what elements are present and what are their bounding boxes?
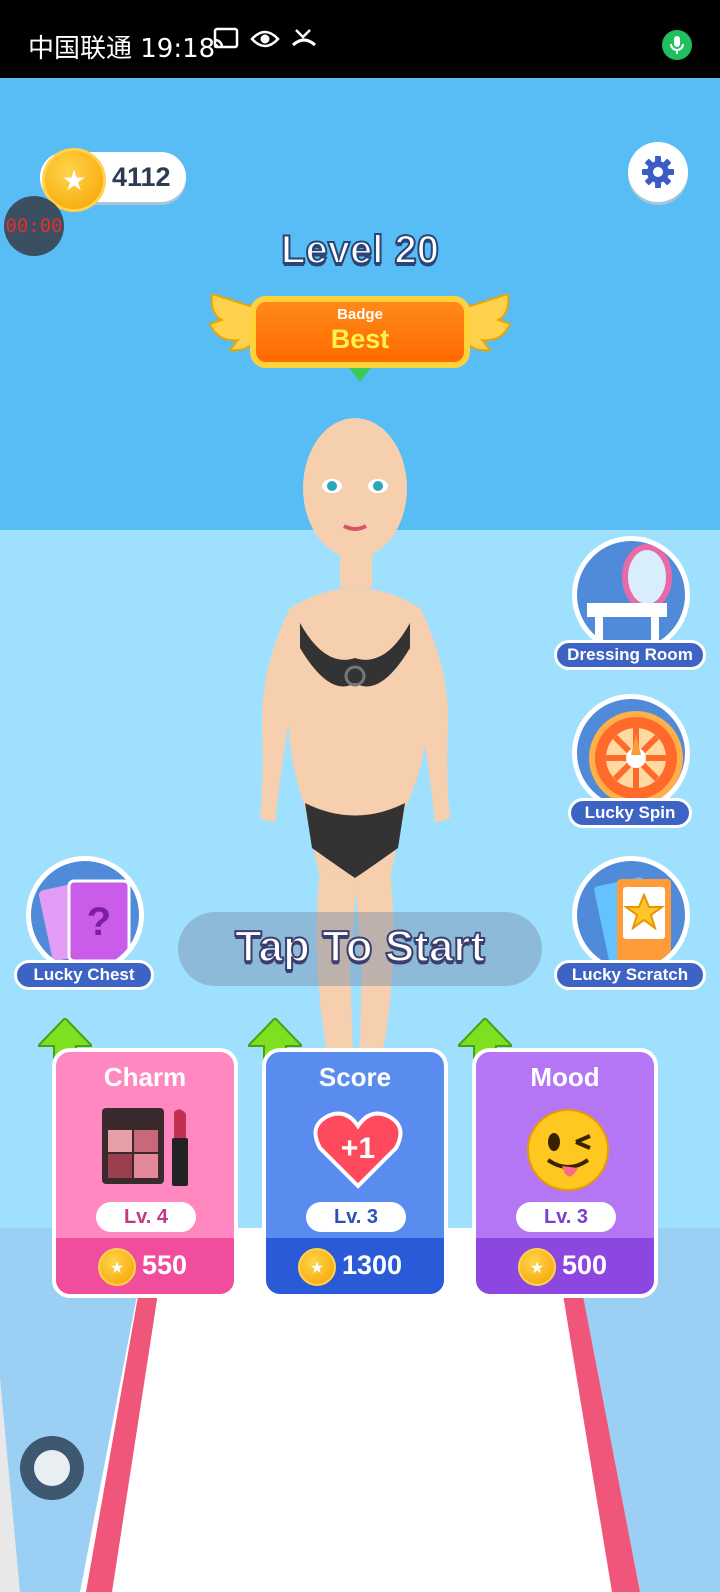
dressing-room-icon	[572, 536, 690, 654]
card-price: 1300	[342, 1250, 403, 1280]
game-scene[interactable]: ★ 4112 00:00 Level 20 Badge Best Dressin…	[0, 78, 720, 1592]
badge-value: Best	[330, 324, 390, 354]
tap-to-start-button[interactable]: Tap To Start	[178, 912, 542, 986]
card-level: Lv. 4	[96, 1202, 196, 1232]
card-price-bar: ★ 1300	[266, 1238, 444, 1294]
card-price-bar: ★ 500	[476, 1238, 654, 1294]
carrier-time: 中国联通 19:18	[28, 34, 216, 64]
charm-upgrade-card[interactable]: Charm Lv. 4 ★ 550	[52, 1048, 238, 1298]
level-title: Level 20	[280, 227, 440, 273]
coin-count: 4112	[112, 162, 171, 192]
lucky-scratch-icon	[572, 856, 690, 974]
missed-call-icon	[291, 29, 317, 47]
lucky-chest-icon: ?	[26, 856, 144, 974]
badge[interactable]: Badge Best	[208, 292, 512, 392]
dressing-room-label: Dressing Room	[554, 640, 706, 670]
card-price: 550	[142, 1250, 188, 1280]
card-title: Mood	[530, 1062, 600, 1092]
cast-icon	[213, 27, 239, 49]
tap-to-start-label: Tap To Start	[234, 921, 486, 972]
makeup-palette-icon	[102, 1108, 188, 1186]
coin-icon: ★	[298, 1248, 336, 1286]
lucky-spin-icon	[572, 694, 690, 812]
winking-emoji-icon	[527, 1109, 609, 1191]
left-wing-icon	[208, 294, 256, 352]
lucky-chest-label: Lucky Chest	[14, 960, 154, 990]
assist-dot-icon	[34, 1450, 70, 1486]
card-title: Charm	[103, 1062, 187, 1092]
badge-label: Badge	[337, 306, 383, 323]
coin-icon: ★	[518, 1248, 556, 1286]
floating-assist-button[interactable]	[20, 1436, 84, 1500]
right-wing-icon	[464, 294, 512, 352]
lucky-scratch-label: Lucky Scratch	[554, 960, 706, 990]
settings-button[interactable]	[628, 142, 688, 202]
lucky-spin-label: Lucky Spin	[568, 798, 692, 828]
status-icons	[212, 26, 318, 52]
badge-plate: Badge Best	[250, 296, 470, 368]
card-level: Lv. 3	[516, 1202, 616, 1232]
microphone-icon	[662, 30, 692, 60]
status-bar: 中国联通 19:18	[0, 0, 720, 78]
svg-text:?: ?	[87, 900, 111, 944]
heart-plus-one-icon: +1	[313, 1111, 403, 1189]
badge-pointer-icon	[349, 368, 371, 382]
card-price-bar: ★ 550	[56, 1238, 234, 1294]
heart-text: +1	[341, 1132, 375, 1165]
card-price: 500	[562, 1250, 608, 1280]
card-title: Score	[318, 1062, 392, 1092]
eye-icon	[250, 30, 280, 48]
mood-upgrade-card[interactable]: Mood Lv. 3 ★ 500	[472, 1048, 658, 1298]
score-upgrade-card[interactable]: Score +1 Lv. 3 ★ 1300	[262, 1048, 448, 1298]
coin-icon: ★	[98, 1248, 136, 1286]
card-level: Lv. 3	[306, 1202, 406, 1232]
gear-icon	[642, 156, 674, 188]
